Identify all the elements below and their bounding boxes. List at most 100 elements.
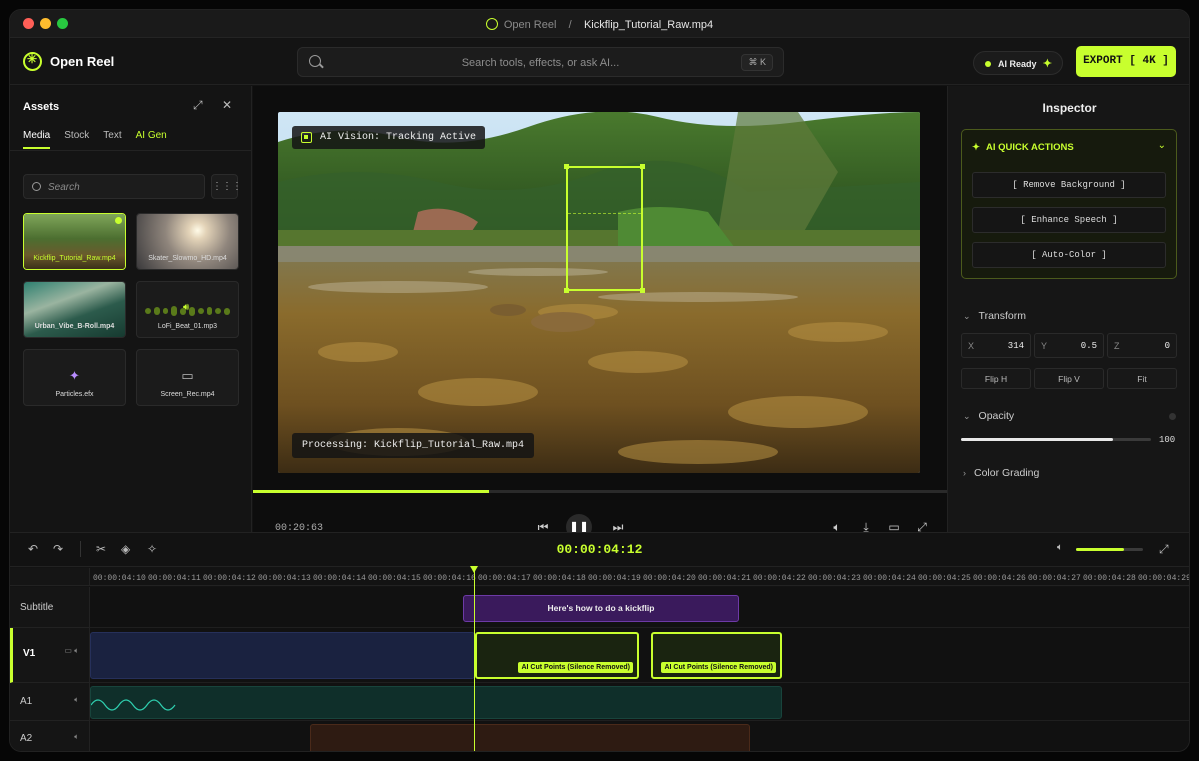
fullscreen-icon[interactable]: ⤢ [1159, 542, 1169, 557]
playback-scrubber[interactable] [253, 490, 947, 493]
asset-tile[interactable]: ✦ Particles.efx [23, 349, 126, 406]
asset-search-input[interactable]: Search [23, 174, 205, 199]
track-monitor-speaker-icons[interactable]: ▭ 🔈︎ [64, 646, 79, 656]
selected-dot-icon [115, 217, 122, 224]
export-button[interactable]: EXPORT [ 4K ] [1076, 46, 1176, 77]
scrubber-fill [253, 490, 489, 493]
assets-tabs: Media Stock Text AI Gen [23, 130, 167, 149]
timeline-toolbar: ↶ ↷ ✂ ◈ ✧ 00:00:04:12 🔈︎ ⤢ [10, 532, 1189, 567]
ruler-tick-label: 00:00:04:24 [863, 574, 916, 583]
ruler-tick-label: 00:00:04:17 [478, 574, 531, 583]
color-grading-section[interactable]: › Color Grading [963, 467, 1039, 479]
asset-tile[interactable]: ▭ Screen_Rec.mp4 [136, 349, 239, 406]
track-header-v1[interactable]: V1 ▭ 🔈︎ [10, 628, 90, 683]
app-logo-icon [485, 18, 498, 30]
a1-lane [90, 683, 1189, 721]
z-field[interactable]: Z0 [1107, 333, 1177, 358]
search-icon [32, 182, 41, 191]
close-icon[interactable]: ✕ [222, 98, 232, 112]
asset-tile[interactable]: Skater_Slowmo_HD.mp4 [136, 213, 239, 270]
chevron-down-icon: ⌄ [963, 311, 971, 321]
assets-title: Assets [23, 101, 60, 113]
timeline-volume-slider[interactable] [1076, 548, 1143, 551]
top-header: Open Reel Search tools, effects, or ask … [10, 39, 1189, 85]
audio-clip[interactable] [90, 686, 782, 719]
auto-color-button[interactable]: [ Auto-Color ] [972, 242, 1166, 268]
y-field[interactable]: Y 0.5 [1034, 333, 1104, 358]
status-dot-icon [985, 61, 991, 67]
opacity-slider[interactable] [961, 438, 1151, 441]
a2-lane [90, 721, 1189, 751]
target-icon [301, 132, 312, 143]
asset-tile[interactable]: Urban_Vibe_B-Roll.mp4 [23, 281, 126, 338]
keyframe-dot-icon[interactable] [1169, 413, 1176, 420]
chevron-down-icon: ⌄ [963, 411, 971, 421]
speaker-icon[interactable]: 🔈︎ [74, 695, 79, 705]
ruler-tick-label: 00:00:04:18 [533, 574, 586, 583]
ruler-tick-label: 00:00:04:21 [698, 574, 751, 583]
ruler-tick-label: 00:00:04:28 [1083, 574, 1136, 583]
subtitle-clip[interactable]: Here's how to do a kickflip [463, 595, 739, 622]
ruler-tick-label: 00:00:04:20 [643, 574, 696, 583]
playhead[interactable] [470, 566, 478, 751]
tracking-box[interactable] [564, 164, 645, 293]
asset-tile[interactable]: 🔊︎ LoFi_Beat_01.mp3 [136, 281, 239, 338]
timeline-ruler[interactable]: 00:00:04:10 00:00:04:11 00:00:04:12 00:00:0… [90, 568, 1190, 586]
enhance-speech-button[interactable]: [ Enhance Speech ] [972, 207, 1166, 233]
opacity-section[interactable]: ⌄ Opacity [963, 410, 1014, 422]
ruler-tick-label: 00:00:04:23 [808, 574, 861, 583]
window-title: Open Reel / Kickflip_Tutorial_Raw.mp4 [10, 18, 1189, 31]
flip-v-button[interactable]: Flip V [1034, 368, 1104, 389]
ai-cut-clip[interactable]: AI Cut Points (Silence Removed) [475, 632, 639, 679]
video-clip[interactable] [90, 632, 475, 679]
ruler-tick-label: 00:00:04:22 [753, 574, 806, 583]
brand[interactable]: Open Reel [23, 52, 114, 71]
ruler-tick-label: 00:00:04:26 [973, 574, 1026, 583]
timeline-timecode: 00:00:04:12 [556, 542, 643, 557]
video-viewer: AI Vision: Tracking Active Processing: K… [253, 86, 947, 540]
ruler-tick-label: 00:00:04:10 [93, 574, 146, 583]
tab-ai-gen[interactable]: AI Gen [136, 130, 167, 149]
track-header-a1[interactable]: A1 🔈︎ [10, 683, 90, 721]
tab-text[interactable]: Text [103, 130, 121, 149]
fit-button[interactable]: Fit [1107, 368, 1177, 389]
tab-divider [10, 150, 251, 151]
ruler-tick-label: 00:00:04:12 [203, 574, 256, 583]
quick-actions-header[interactable]: ✦ AI QUICK ACTIONS [972, 142, 1074, 153]
track-header-subtitle[interactable]: Subtitle [10, 587, 90, 628]
ai-quick-actions: ✦ AI QUICK ACTIONS ⌄ [ Remove Background … [961, 129, 1177, 279]
ruler-tick-label: 00:00:04:25 [918, 574, 971, 583]
command-search-input[interactable]: Search tools, effects, or ask AI... ⌘ K [297, 47, 784, 77]
video-preview[interactable]: AI Vision: Tracking Active Processing: K… [278, 112, 920, 473]
transform-section[interactable]: ⌄ Transform [963, 310, 1026, 322]
ruler-tick-label: 00:00:04:16 [423, 574, 476, 583]
ruler-tick-label: 00:00:04:13 [258, 574, 311, 583]
remove-background-button[interactable]: [ Remove Background ] [972, 172, 1166, 198]
subtitle-lane: Here's how to do a kickflip [90, 587, 1189, 628]
flip-h-button[interactable]: Flip H [961, 368, 1031, 389]
assets-panel: Assets ⤢ ✕ Media Stock Text AI Gen Searc… [10, 86, 252, 532]
chevron-down-icon[interactable]: ⌄ [1158, 140, 1166, 151]
ruler-tick-label: 00:00:04:29 [1138, 574, 1190, 583]
ai-vision-label: AI Vision: Tracking Active [292, 126, 486, 149]
ai-status-badge[interactable]: AI Ready ✦ [973, 51, 1063, 75]
track-header-a2[interactable]: A2 🔈︎ [10, 721, 90, 751]
tab-media[interactable]: Media [23, 130, 51, 149]
ruler-tick-label: 00:00:04:11 [148, 574, 201, 583]
speaker-icon[interactable]: 🔈︎ [74, 732, 79, 742]
shortcut-badge: ⌘ K [741, 54, 773, 71]
v1-lane: AI Cut Points (Silence Removed) AI Cut P… [90, 628, 1189, 683]
opacity-value: 100 [1159, 435, 1176, 445]
expand-icon[interactable]: ⤢ [193, 98, 203, 113]
volume-icon[interactable]: 🔈︎ [1057, 542, 1063, 553]
x-field[interactable]: X 314 [961, 333, 1031, 358]
chevron-right-icon: › [963, 468, 966, 478]
grid-view-button[interactable]: ⋮⋮⋮ [211, 174, 242, 199]
ai-cut-clip[interactable]: AI Cut Points (Silence Removed) [651, 632, 782, 679]
speaker-icon: 🔊︎ [183, 302, 190, 313]
tab-stock[interactable]: Stock [64, 130, 89, 149]
sparkle-icon: ✦ [69, 368, 80, 383]
monitor-icon: ▭ [181, 368, 194, 383]
audio-clip[interactable] [310, 724, 750, 751]
asset-tile[interactable]: Kickflip_Tutorial_Raw.mp4 [23, 213, 126, 270]
